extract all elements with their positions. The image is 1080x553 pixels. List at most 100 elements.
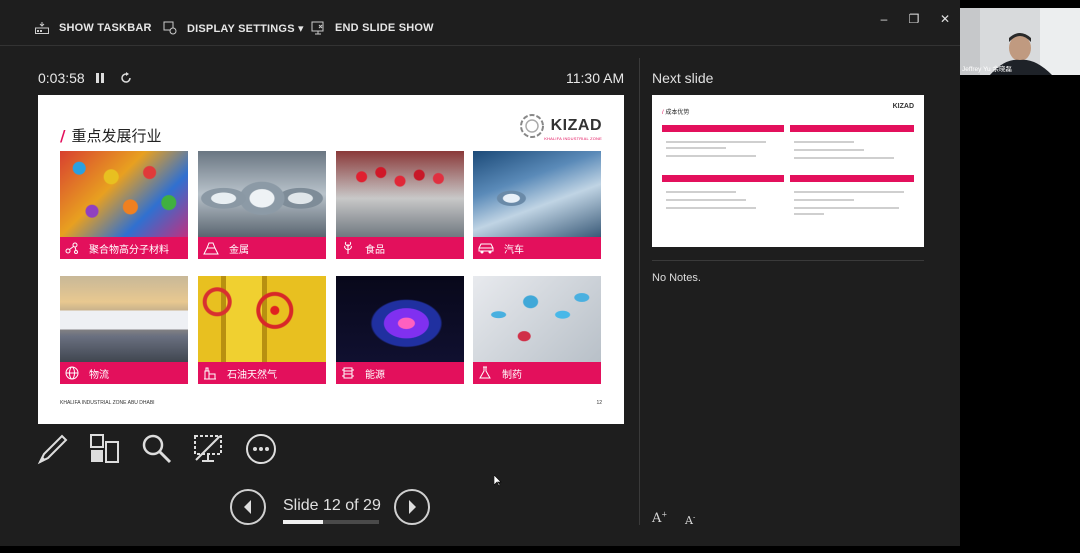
steel-coils-image — [198, 151, 326, 237]
speaker-notes: No Notes. — [652, 272, 701, 284]
tile-energy: 能源 — [336, 276, 464, 384]
car-image — [473, 151, 601, 237]
next-slide-bar — [662, 175, 784, 182]
right-black-area — [960, 75, 1080, 553]
tile-label: 汽车 — [504, 244, 524, 256]
tile-caption: 石油天然气 — [198, 362, 326, 384]
tile-logistics: 物流 — [60, 276, 188, 384]
kizad-subtitle: KHALIFA INDUSTRIAL ZONE — [544, 136, 602, 141]
increase-font-button[interactable]: A+ — [652, 511, 667, 526]
tile-label: 聚合物高分子材料 — [89, 244, 169, 256]
magnifier-icon — [142, 434, 172, 464]
next-slide-preview[interactable]: / 成本优势 KIZAD — [652, 95, 924, 247]
strawberries-image — [336, 151, 464, 237]
more-icon — [246, 434, 276, 464]
presenter-toolbar: SHOW TASKBAR DISPLAY SETTINGS ▾ END SLID… — [0, 0, 960, 46]
tile-food: 食品 — [336, 151, 464, 259]
decrease-font-button[interactable]: A- — [685, 513, 695, 527]
increase-font-icon: A+ — [652, 511, 668, 527]
end-show-icon — [311, 21, 324, 35]
tile-label: 食品 — [365, 244, 385, 256]
tile-caption: 金属 — [198, 237, 326, 259]
valves-image — [198, 276, 326, 362]
reset-timer-button[interactable] — [120, 71, 132, 87]
next-slide-text-line — [794, 213, 824, 215]
car-icon — [478, 243, 494, 254]
restart-icon — [121, 72, 131, 83]
end-slide-show-button[interactable]: END SLIDE SHOW — [311, 18, 434, 38]
tile-label: 能源 — [365, 369, 385, 381]
zoom-button[interactable] — [140, 432, 176, 468]
wheat-icon — [344, 241, 352, 254]
tile-polymers: 聚合物高分子材料 — [60, 151, 188, 259]
current-slide[interactable]: / 重点发展行业 KIZAD KHALIFA INDUSTRIAL ZONE 聚合… — [38, 95, 624, 424]
tile-caption: 制药 — [473, 362, 601, 384]
polymer-pellets-image — [60, 151, 188, 237]
next-slide-title-text: 成本优势 — [665, 110, 690, 116]
flask-icon — [479, 366, 491, 379]
tile-label: 制药 — [502, 369, 522, 381]
tile-label: 石油天然气 — [227, 369, 277, 381]
show-taskbar-button[interactable]: SHOW TASKBAR — [35, 18, 152, 38]
next-slide-bar — [662, 125, 784, 132]
truck-image — [60, 276, 188, 362]
pause-icon — [96, 73, 104, 83]
pause-timer-button[interactable] — [95, 71, 105, 87]
globe-icon — [65, 366, 79, 380]
pills-image — [473, 276, 601, 362]
slide-title: / 重点发展行业 — [60, 127, 162, 145]
screen-off-icon — [194, 435, 222, 462]
molecule-icon — [65, 242, 78, 254]
display-settings-button[interactable]: DISPLAY SETTINGS ▾ — [163, 18, 304, 38]
participant-video[interactable]: Jeffrey Yu 余晓磊 — [960, 8, 1080, 75]
slide-navigation: Slide 12 of 29 — [230, 487, 435, 529]
slide-title-text: 重点发展行业 — [71, 127, 162, 145]
tile-pharma: 制药 — [473, 276, 601, 384]
show-taskbar-label: SHOW TASKBAR — [59, 22, 152, 34]
energy-icon — [342, 367, 354, 379]
tile-automotive: 汽车 — [473, 151, 601, 259]
tile-caption: 食品 — [336, 237, 464, 259]
elapsed-timer: 0:03:58 — [38, 70, 85, 86]
next-slide-brand: KIZAD — [892, 103, 914, 110]
next-slide-text-line — [794, 141, 854, 143]
next-slide-text-line — [666, 155, 756, 157]
close-button[interactable]: ✕ — [936, 10, 954, 28]
pen-icon — [37, 434, 68, 465]
next-arrow-icon — [409, 500, 416, 514]
tile-caption: 能源 — [336, 362, 464, 384]
panel-divider — [639, 58, 640, 525]
next-slide-text-line — [666, 207, 756, 209]
slide-progress-bar — [283, 520, 379, 524]
black-screen-button[interactable] — [192, 432, 228, 468]
more-options-button[interactable] — [244, 432, 280, 468]
next-slide-text-line — [666, 141, 766, 143]
pen-tool-button[interactable] — [36, 432, 72, 468]
next-slide-button[interactable] — [394, 489, 430, 525]
clock: 11:30 AM — [566, 70, 625, 86]
gas-flame-image — [336, 276, 464, 362]
see-all-slides-button[interactable] — [88, 432, 124, 468]
decrease-font-icon: A- — [685, 513, 696, 527]
restore-button[interactable]: ❐ — [905, 10, 923, 28]
tile-caption: 汽车 — [473, 237, 601, 259]
slide-counter[interactable]: Slide 12 of 29 — [283, 497, 381, 515]
tile-metal: 金属 — [198, 151, 326, 259]
right-black-strip — [960, 0, 1080, 8]
kizad-emblem-icon — [519, 114, 544, 138]
next-slide-title: / 成本优势 — [662, 110, 690, 116]
tile-oil-gas: 石油天然气 — [198, 276, 326, 384]
next-slide-bar — [790, 175, 914, 182]
next-slide-text-line — [666, 199, 746, 201]
tile-label: 物流 — [89, 369, 109, 381]
next-slide-text-line — [794, 149, 864, 151]
end-slide-show-label: END SLIDE SHOW — [335, 22, 434, 34]
slides-grid-icon — [90, 434, 119, 463]
slide-footer: KHALIFA INDUSTRIAL ZONE ABU DHABI — [60, 400, 155, 406]
next-slide-bar — [790, 125, 914, 132]
previous-slide-button[interactable] — [230, 489, 266, 525]
kizad-brand: KIZAD — [550, 117, 602, 134]
minimize-button[interactable]: – — [875, 10, 893, 28]
tile-caption: 物流 — [60, 362, 188, 384]
next-slide-label: Next slide — [652, 70, 714, 86]
